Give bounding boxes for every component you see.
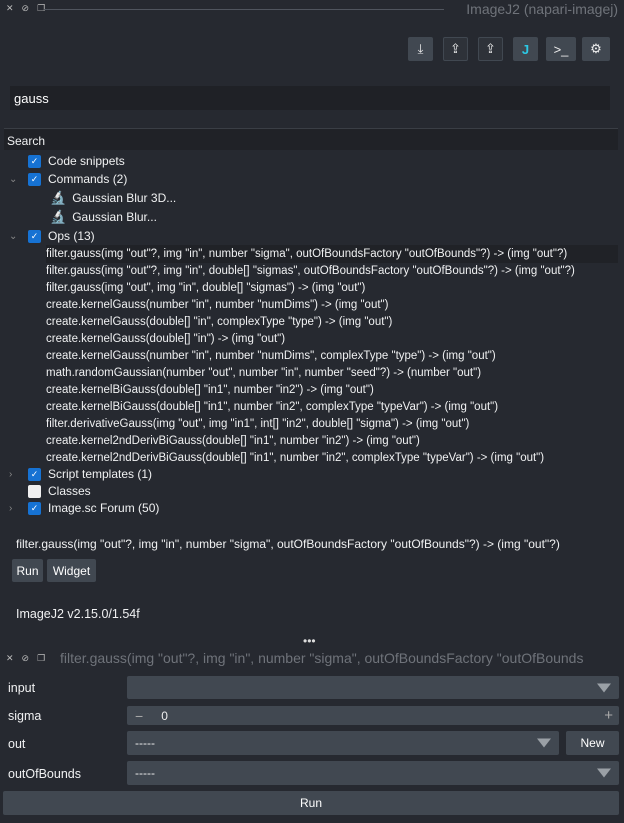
- import-button[interactable]: ⇪: [443, 37, 468, 61]
- input-select[interactable]: [127, 676, 619, 699]
- new-button[interactable]: New: [566, 731, 619, 755]
- tree-item-classes[interactable]: Classes: [28, 482, 91, 500]
- list-item[interactable]: filter.gauss(img "out", img "in", double…: [46, 279, 365, 297]
- widget-run-button[interactable]: Run: [3, 791, 619, 815]
- chevron-down-icon[interactable]: ⌄: [9, 174, 17, 185]
- import-from-imagej-icon: ⇪: [450, 41, 461, 56]
- tree-item-script-templates[interactable]: › ✓ Script templates (1): [4, 465, 204, 483]
- list-item[interactable]: create.kernelBiGauss(double[] "in1", num…: [46, 398, 498, 416]
- settings-button[interactable]: ⚙: [582, 37, 610, 61]
- sigma-label: sigma: [8, 709, 42, 723]
- list-item[interactable]: create.kernelGauss(number "in", number "…: [46, 296, 388, 314]
- version-label: ImageJ2 v2.15.0/1.54f: [16, 607, 140, 621]
- label: Gaussian Blur 3D...: [72, 191, 177, 205]
- out-label: out: [8, 737, 26, 751]
- repl-icon: >_: [553, 41, 569, 57]
- list-item[interactable]: filter.gauss(img "out"?, img "in", numbe…: [46, 245, 618, 263]
- tree-item-ops[interactable]: ⌄ ✓ Ops (13): [4, 227, 204, 245]
- chevron-right-icon[interactable]: ›: [9, 503, 12, 514]
- value: -----: [135, 736, 155, 750]
- increment-button[interactable]: +: [604, 707, 613, 724]
- label: Image.sc Forum (50): [48, 501, 160, 515]
- label: Classes: [48, 484, 91, 498]
- label: Commands (2): [48, 172, 128, 186]
- divider: [44, 9, 444, 10]
- decrement-button[interactable]: −: [135, 708, 143, 724]
- search-results-header: Search: [4, 128, 618, 150]
- out-of-bounds-label: outOfBounds: [8, 767, 81, 781]
- float-icon[interactable]: ❐: [37, 653, 45, 664]
- sigma-value[interactable]: 0: [161, 709, 168, 723]
- chevron-down-icon: [597, 768, 611, 778]
- repl-button[interactable]: >_: [546, 37, 576, 61]
- tree-item-commands[interactable]: ⌄ ✓ Commands (2): [4, 170, 204, 188]
- list-item[interactable]: filter.derivativeGauss(img "out", img "i…: [46, 415, 469, 433]
- widget-title: filter.gauss(img "out"?, img "in", numbe…: [60, 650, 584, 666]
- imagej-gui-button[interactable]: J: [513, 37, 538, 61]
- close-icon[interactable]: ✕: [6, 3, 14, 14]
- settings-icon: ⚙: [590, 41, 602, 56]
- checkbox[interactable]: ✓: [28, 172, 41, 186]
- checkbox[interactable]: ✓: [28, 467, 41, 481]
- sigma-spinbox[interactable]: − 0 +: [127, 706, 619, 725]
- list-item[interactable]: create.kernelGauss(double[] "in") -> (im…: [46, 330, 285, 348]
- chevron-down-icon[interactable]: ⌄: [9, 231, 17, 242]
- list-item[interactable]: filter.gauss(img "out"?, img "in", doubl…: [46, 262, 575, 280]
- chevron-right-icon[interactable]: ›: [9, 469, 12, 480]
- tree-item-forum[interactable]: › ✓ Image.sc Forum (50): [4, 499, 204, 517]
- list-item[interactable]: create.kernelGauss(double[] "in", comple…: [46, 313, 392, 331]
- selected-item-text: filter.gauss(img "out"?, img "in", numbe…: [16, 537, 560, 551]
- checkbox[interactable]: [28, 484, 41, 498]
- list-item[interactable]: 🔬 Gaussian Blur 3D...: [50, 189, 176, 207]
- widget-button[interactable]: Widget: [47, 559, 96, 582]
- list-item[interactable]: create.kernel2ndDerivBiGauss(double[] "i…: [46, 432, 420, 450]
- imagej-gui-icon: J: [521, 41, 530, 57]
- window-title: ImageJ2 (napari-imagej): [466, 1, 618, 17]
- label: Ops (13): [48, 229, 95, 243]
- microscope-icon: 🔬: [50, 190, 67, 205]
- chevron-down-icon: [597, 683, 611, 692]
- tree-item-code-snippets[interactable]: ✓ Code snippets: [28, 152, 125, 170]
- hide-icon[interactable]: ⊘: [22, 653, 30, 664]
- label: Script templates (1): [48, 467, 153, 481]
- out-select[interactable]: -----: [127, 731, 559, 755]
- search-input[interactable]: [10, 86, 610, 110]
- import-details-button[interactable]: ⇪: [478, 37, 503, 61]
- close-icon[interactable]: ✕: [6, 653, 14, 664]
- checkbox[interactable]: ✓: [28, 154, 41, 168]
- hide-icon[interactable]: ⊘: [22, 3, 30, 14]
- checkbox[interactable]: ✓: [28, 229, 41, 243]
- export-to-imagej-icon: ⤓: [417, 41, 424, 56]
- splitter-handle[interactable]: •••: [303, 634, 316, 648]
- label: Code snippets: [48, 154, 125, 168]
- chevron-down-icon: [537, 738, 551, 748]
- export-button[interactable]: ⤓: [408, 37, 433, 61]
- list-item[interactable]: math.randomGaussian(number "out", number…: [46, 364, 481, 382]
- checkbox[interactable]: ✓: [28, 501, 41, 515]
- out-of-bounds-select[interactable]: -----: [127, 761, 619, 785]
- import-details-icon: ⇪: [485, 41, 496, 56]
- list-item[interactable]: 🔬 Gaussian Blur...: [50, 208, 157, 226]
- list-item[interactable]: create.kernelGauss(number "in", number "…: [46, 347, 496, 365]
- run-button[interactable]: Run: [12, 559, 43, 582]
- value: -----: [135, 766, 155, 780]
- input-label: input: [8, 681, 36, 695]
- dock-title-bar: ✕ ⊘ ❐ ImageJ2 (napari-imagej): [0, 0, 624, 18]
- microscope-icon: 🔬: [50, 209, 67, 224]
- label: Gaussian Blur...: [72, 210, 157, 224]
- list-item[interactable]: create.kernelBiGauss(double[] "in1", num…: [46, 381, 374, 399]
